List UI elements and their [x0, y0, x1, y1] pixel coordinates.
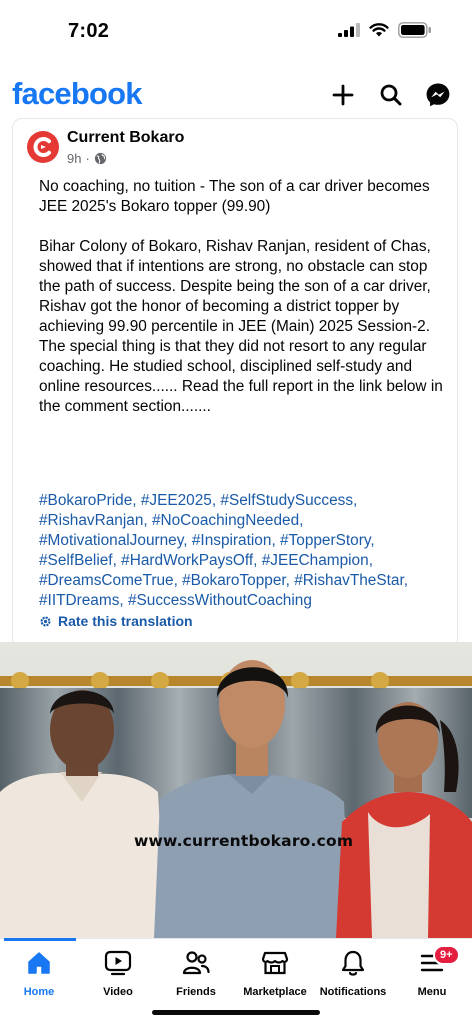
active-tab-indicator — [4, 938, 76, 941]
tab-video-icon-wrap — [104, 947, 132, 979]
search-button[interactable] — [374, 78, 408, 112]
tab-video[interactable]: Video — [73, 947, 163, 1003]
messenger-icon — [426, 83, 450, 107]
rate-translation-label: Rate this translation — [58, 613, 193, 629]
tab-home[interactable]: Home — [0, 947, 84, 1003]
tab-menu-icon-wrap: 9+ — [419, 945, 460, 979]
post-time[interactable]: 9h — [67, 151, 81, 166]
status-icons — [338, 22, 432, 38]
current-bokaro-logo-icon — [33, 137, 51, 157]
hashtag-link[interactable]: #BokaroTopper — [182, 572, 286, 589]
tab-friends-label: Friends — [176, 986, 216, 998]
search-icon — [380, 84, 402, 106]
screen: 7:02 facebook Current Bokaro 9h · No coa… — [0, 0, 472, 1024]
hashtag-link[interactable]: #MotivationalJourney — [39, 532, 183, 549]
plus-icon — [332, 84, 354, 106]
video-icon — [104, 950, 132, 976]
tab-notifications-icon-wrap — [340, 947, 366, 979]
home-icon — [28, 952, 50, 974]
post-photo[interactable]: www.currentbokaro.com — [0, 642, 472, 938]
gear-icon — [40, 615, 51, 627]
app-header: facebook — [0, 72, 472, 118]
hashtag-link[interactable]: #SelfStudySuccess — [220, 492, 353, 509]
hashtag-link[interactable]: #IITDreams — [39, 592, 119, 609]
globe-icon — [94, 152, 106, 165]
hashtag-link[interactable]: #RishavTheStar — [294, 572, 404, 589]
post-meta: 9h · — [67, 151, 107, 166]
family-photo — [0, 642, 472, 938]
tab-notifications[interactable]: Notifications — [308, 947, 398, 1003]
post-text: Bihar Colony of Bokaro, Rishav Ranjan, r… — [39, 238, 443, 415]
status-bar: 7:02 — [0, 0, 472, 64]
home-indicator — [152, 1010, 320, 1015]
status-time: 7:02 — [68, 20, 110, 42]
hashtag-link[interactable]: #SuccessWithoutCoaching — [128, 592, 312, 609]
photo-watermark: www.currentbokaro.com — [134, 832, 354, 850]
post-headline: No coaching, no tuition - The son of a c… — [39, 178, 430, 215]
tab-menu-label: Menu — [417, 986, 447, 998]
hashtag-link[interactable]: #BokaroPride — [39, 492, 132, 509]
hashtag-link[interactable]: #JEE2025 — [141, 492, 212, 509]
hashtag-link[interactable]: #HardWorkPaysOff — [121, 552, 253, 569]
tab-marketplace-label: Marketplace — [243, 986, 307, 998]
hashtag-link[interactable]: #Inspiration — [192, 532, 272, 549]
hashtag-link[interactable]: #NoCoachingNeeded — [152, 512, 299, 529]
messenger-button[interactable] — [421, 78, 455, 112]
tab-menu[interactable]: 9+ Menu — [387, 945, 472, 1003]
create-button[interactable] — [326, 78, 360, 112]
friends-icon — [182, 951, 210, 975]
rate-translation-link[interactable]: Rate this translation — [39, 613, 193, 629]
tab-video-label: Video — [103, 986, 133, 998]
tab-friends[interactable]: Friends — [151, 947, 241, 1003]
tab-notifications-label: Notifications — [319, 986, 387, 998]
meta-separator: · — [85, 151, 90, 166]
bottom-tab-bar: Home Video Friends Marketplace Notificat… — [0, 938, 472, 1024]
hashtag-link[interactable]: #RishavRanjan — [39, 512, 143, 529]
hashtag-link[interactable]: #TopperStory — [280, 532, 370, 549]
post-card: Current Bokaro 9h · No coaching, no tuit… — [12, 118, 458, 644]
tab-home-label: Home — [23, 986, 55, 998]
hashtag-list: #BokaroPride, #JEE2025, #SelfStudySucces… — [39, 492, 409, 609]
tab-marketplace[interactable]: Marketplace — [230, 947, 320, 1003]
marketplace-icon — [261, 951, 289, 975]
tab-friends-icon-wrap — [182, 947, 210, 979]
facebook-logo[interactable]: facebook — [12, 76, 143, 112]
post-body: No coaching, no tuition - The son of a c… — [39, 177, 443, 417]
bell-icon — [341, 950, 365, 976]
tab-home-icon-wrap — [26, 947, 52, 979]
battery-icon — [398, 22, 431, 38]
page-avatar[interactable] — [27, 131, 59, 163]
page-name[interactable]: Current Bokaro — [67, 129, 184, 147]
wifi-icon — [369, 23, 389, 37]
menu-badge: 9+ — [433, 945, 460, 965]
hashtag-link[interactable]: #DreamsComeTrue — [39, 572, 174, 589]
tab-marketplace-icon-wrap — [261, 947, 289, 979]
hashtag-link[interactable]: #JEEChampion — [262, 552, 369, 569]
post-header: Current Bokaro 9h · — [27, 129, 427, 169]
hashtag-link[interactable]: #SelfBelief — [39, 552, 113, 569]
signal-icon — [338, 23, 360, 37]
